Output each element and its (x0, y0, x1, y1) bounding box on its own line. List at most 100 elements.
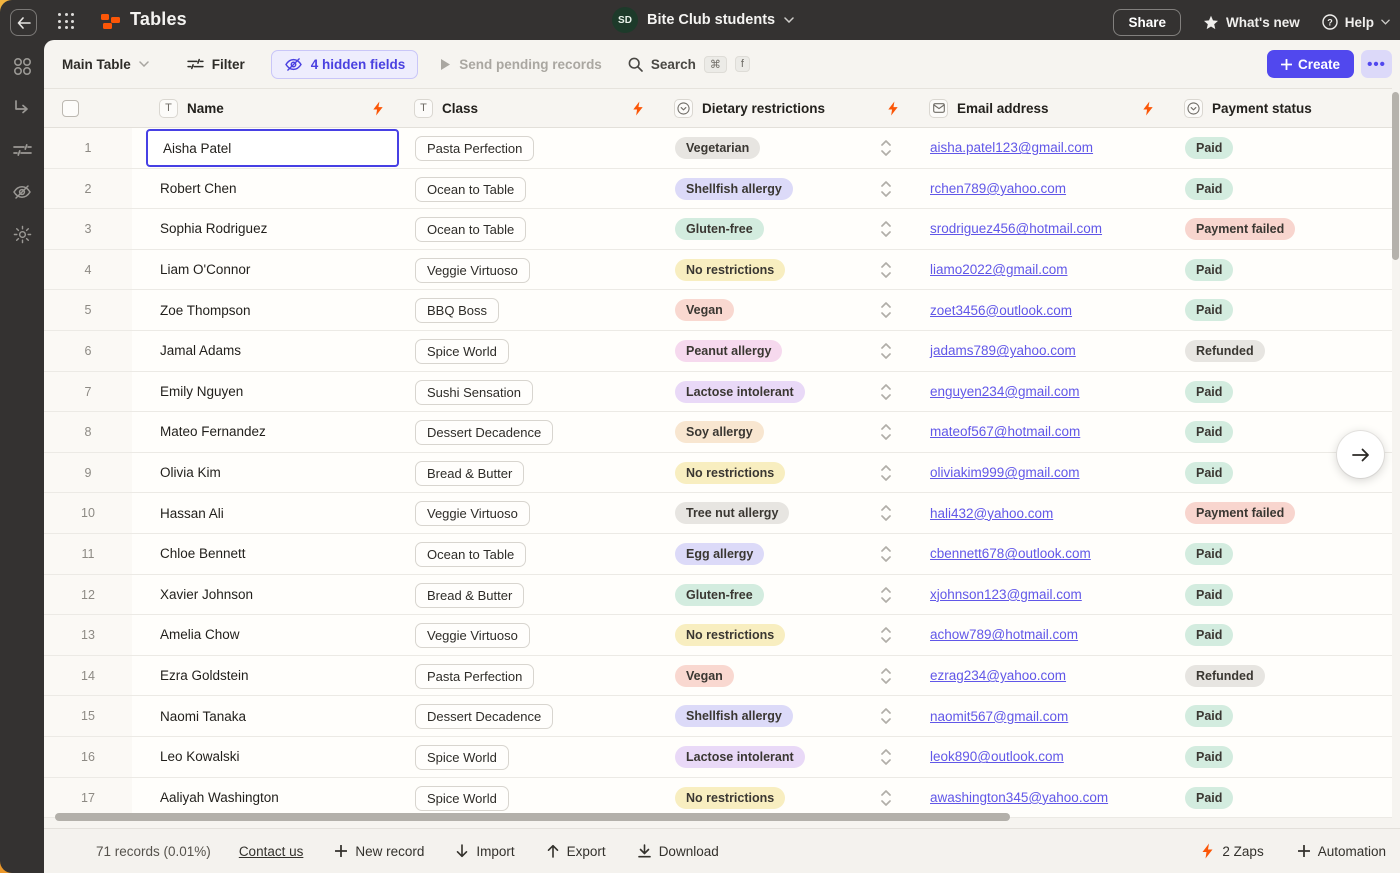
table-row[interactable]: 11 Chloe Bennett Ocean to Table Egg allergy… (44, 534, 1392, 575)
stepper-icon[interactable] (880, 422, 892, 442)
table-row[interactable]: 7 Emily Nguyen Sushi Sensation Lactose into… (44, 371, 1392, 413)
email-link[interactable]: aisha.patel123@gmail.com (930, 128, 1093, 168)
send-pending-button[interactable]: Send pending records (440, 57, 602, 72)
name-cell-selected[interactable]: Aisha Patel (146, 129, 399, 167)
select-all-checkbox[interactable] (62, 100, 79, 117)
table-row[interactable]: 4 Liam O'Connor Veggie Virtuoso No restrict… (44, 249, 1392, 291)
table-row[interactable]: 8 Mateo Fernandez Dessert Decadence Soy all… (44, 412, 1392, 453)
dietary-pill[interactable]: Lactose intolerant (675, 380, 805, 403)
name-cell[interactable]: Sophia Rodriguez (145, 209, 400, 249)
stepper-icon[interactable] (880, 219, 892, 239)
column-header[interactable]: T Class (414, 89, 478, 127)
class-pill[interactable]: Veggie Virtuoso (415, 257, 530, 283)
class-pill[interactable]: Ocean to Table (415, 217, 527, 243)
class-pill[interactable]: Pasta Perfection (415, 663, 535, 689)
name-cell[interactable]: Jamal Adams (145, 331, 400, 371)
stepper-icon[interactable] (880, 544, 892, 564)
app-switcher-icon[interactable] (58, 13, 75, 30)
table-row[interactable]: 2 Robert Chen Ocean to Table Shellfish alle… (44, 168, 1392, 210)
dietary-pill[interactable]: No restrictions (675, 624, 786, 647)
email-link[interactable]: liamo2022@gmail.com (930, 250, 1068, 290)
stepper-icon[interactable] (880, 666, 892, 686)
class-pill[interactable]: Veggie Virtuoso (415, 623, 530, 649)
class-pill[interactable]: Bread & Butter (415, 460, 525, 486)
email-link[interactable]: ezrag234@yahoo.com (930, 656, 1066, 696)
email-link[interactable]: rchen789@yahoo.com (930, 169, 1066, 209)
zaps-button[interactable]: 2 Zaps (1201, 843, 1264, 859)
name-cell[interactable]: Aaliyah Washington (145, 778, 400, 818)
table-row[interactable]: 9 Olivia Kim Bread & Butter No restrictions… (44, 452, 1392, 494)
name-cell[interactable]: Olivia Kim (145, 453, 400, 493)
dietary-pill[interactable]: Tree nut allergy (675, 502, 790, 525)
class-pill[interactable]: Spice World (415, 785, 509, 811)
dietary-pill[interactable]: Egg allergy (675, 543, 765, 565)
name-cell[interactable]: Leo Kowalski (145, 737, 400, 777)
dietary-pill[interactable]: Vegetarian (675, 137, 761, 159)
horizontal-scrollbar[interactable] (55, 813, 1010, 821)
class-pill[interactable]: Spice World (415, 339, 509, 364)
table-row[interactable]: 12 Xavier Johnson Bread & Butter Gluten-fre… (44, 574, 1392, 616)
search-button[interactable]: Search ⌘ f (628, 55, 750, 73)
column-header[interactable]: Email address (929, 89, 1049, 127)
table-row[interactable]: 5 Zoe Thompson BBQ Boss Vegan zoet3456@outlo… (44, 290, 1392, 331)
email-link[interactable]: jadams789@yahoo.com (930, 331, 1076, 371)
stepper-icon[interactable] (880, 463, 892, 483)
filter-button[interactable]: Filter (187, 57, 245, 72)
download-button[interactable]: Download (637, 844, 719, 859)
scroll-right-button[interactable] (1337, 431, 1384, 478)
help-menu[interactable]: ? Help (1322, 14, 1390, 30)
stepper-icon[interactable] (880, 179, 892, 199)
email-link[interactable]: xjohnson123@gmail.com (930, 575, 1082, 615)
dietary-pill[interactable]: Shellfish allergy (675, 705, 793, 728)
stepper-icon[interactable] (880, 503, 892, 523)
linked-records-icon[interactable] (12, 98, 32, 118)
email-link[interactable]: leok890@outlook.com (930, 737, 1064, 777)
column-header[interactable]: T Name (159, 89, 224, 127)
class-pill[interactable]: Bread & Butter (415, 582, 525, 608)
stepper-icon[interactable] (880, 706, 892, 726)
email-link[interactable]: achow789@hotmail.com (930, 615, 1078, 655)
dietary-pill[interactable]: No restrictions (675, 461, 786, 484)
table-row[interactable]: 15 Naomi Tanaka Dessert Decadence Shellfish… (44, 696, 1392, 737)
dietary-pill[interactable]: Peanut allergy (675, 340, 783, 362)
stepper-icon[interactable] (880, 382, 892, 402)
apps-grid-icon[interactable] (12, 56, 32, 76)
dietary-pill[interactable]: Lactose intolerant (675, 746, 805, 768)
email-link[interactable]: enguyen234@gmail.com (930, 372, 1080, 412)
class-pill[interactable]: Pasta Perfection (415, 136, 535, 161)
stepper-icon[interactable] (880, 300, 892, 320)
dietary-pill[interactable]: Shellfish allergy (675, 177, 793, 200)
email-link[interactable]: naomit567@gmail.com (930, 696, 1068, 736)
automation-button[interactable]: Automation (1297, 844, 1386, 859)
table-selector[interactable]: Main Table (62, 57, 149, 72)
stepper-icon[interactable] (880, 138, 892, 158)
name-cell[interactable]: Mateo Fernandez (145, 412, 400, 452)
name-cell[interactable]: Naomi Tanaka (145, 696, 400, 736)
email-link[interactable]: mateof567@hotmail.com (930, 412, 1080, 452)
dietary-pill[interactable]: No restrictions (675, 786, 786, 809)
workspace-selector[interactable]: SD Bite Club students (612, 7, 794, 33)
class-pill[interactable]: BBQ Boss (415, 298, 499, 324)
table-row[interactable]: 1 Aisha Patel Pasta Perfection Vegetarian ai… (44, 128, 1392, 169)
stepper-icon[interactable] (880, 788, 892, 808)
more-options-button[interactable]: ••• (1361, 50, 1392, 78)
table-row[interactable]: 13 Amelia Chow Veggie Virtuoso No restricti… (44, 615, 1392, 656)
class-pill[interactable]: Spice World (415, 745, 509, 770)
back-button[interactable] (10, 9, 37, 36)
table-row[interactable]: 6 Jamal Adams Spice World Peanut allergy jad… (44, 331, 1392, 372)
stepper-icon[interactable] (880, 260, 892, 280)
new-record-button[interactable]: New record (335, 844, 424, 859)
hidden-fields-button[interactable]: 4 hidden fields (270, 49, 419, 79)
class-pill[interactable]: Dessert Decadence (415, 704, 554, 730)
table-row[interactable]: 3 Sophia Rodriguez Ocean to Table Gluten-fr… (44, 209, 1392, 250)
class-pill[interactable]: Veggie Virtuoso (415, 501, 530, 527)
settings-gear-icon[interactable] (12, 224, 32, 244)
contact-us-link[interactable]: Contact us (239, 844, 304, 859)
hidden-fields-icon[interactable] (12, 182, 32, 202)
email-link[interactable]: zoet3456@outlook.com (930, 290, 1072, 330)
filters-icon[interactable] (12, 140, 32, 160)
dietary-pill[interactable]: Gluten-free (675, 218, 764, 241)
stepper-icon[interactable] (880, 747, 892, 767)
whats-new-button[interactable]: What's new (1203, 15, 1300, 30)
name-cell[interactable]: Xavier Johnson (145, 575, 400, 615)
